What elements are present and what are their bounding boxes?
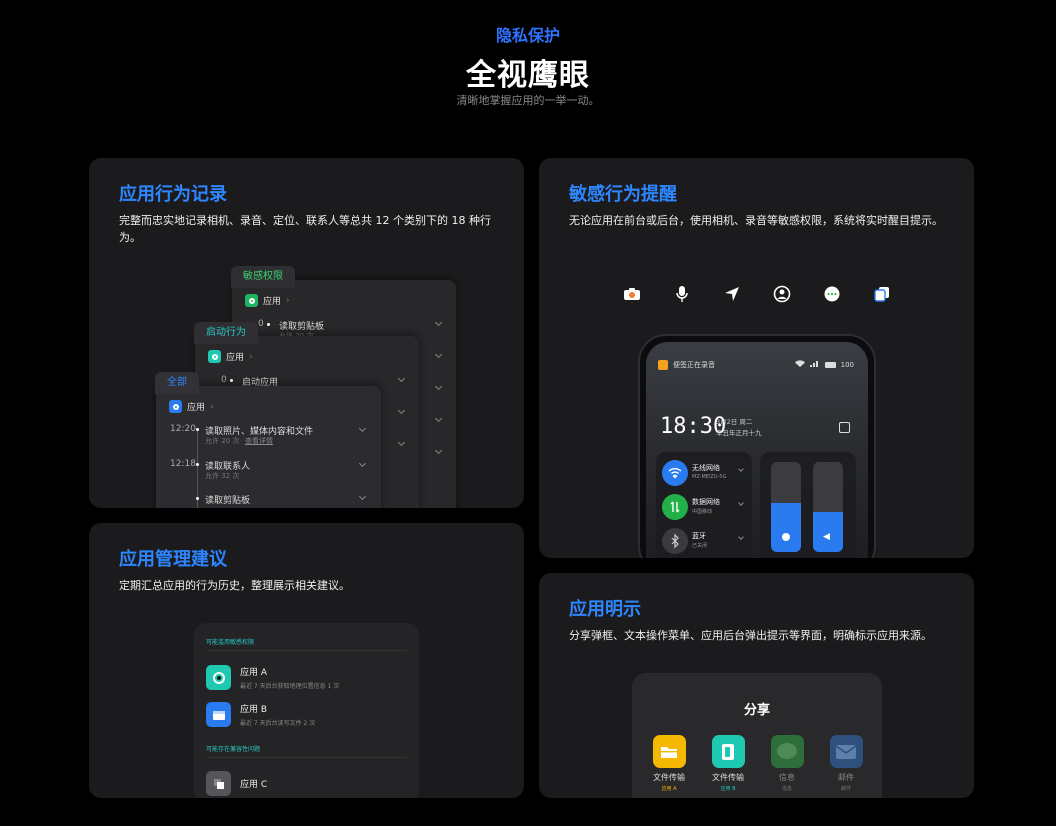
lunar-date: 辛丑年正月十九 [716, 429, 762, 437]
microphone-icon [664, 279, 699, 309]
manage-suggestion-card: 应用管理建议 定期汇总应用的行为历史，整理展示相关建议。 可能滥用敏感权限 应用… [89, 523, 524, 798]
chevron-down-icon[interactable] [434, 382, 443, 391]
card-title: 敏感行为提醒 [569, 184, 677, 205]
chevron-down-icon[interactable] [434, 446, 443, 455]
section-heading: 可能存在兼容性问题 [206, 746, 261, 753]
tab-sensitive[interactable]: 敏感权限 [231, 266, 295, 288]
all-behavior-panel: 全部 应用 › 12:20 读取照片、媒体内容和文件 允许 20 次 查看详情 … [155, 372, 381, 508]
view-details-link[interactable]: 查看详情 [245, 436, 273, 446]
notes-icon[interactable] [839, 422, 850, 433]
location-icon [714, 279, 749, 309]
chevron-right-icon: › [286, 295, 290, 306]
section-heading: 可能滥用敏感权限 [206, 639, 255, 646]
share-target-message[interactable]: 信息 信息 [757, 735, 817, 792]
card-desc: 定期汇总应用的行为历史，整理展示相关建议。 [119, 579, 350, 592]
chevron-down-icon[interactable] [738, 466, 744, 472]
card-title: 应用行为记录 [119, 184, 227, 205]
app-icon [245, 294, 258, 307]
connectivity-tile: 无线网络 MZ-MEIZU-5G 数据网络 中国移动 蓝牙 已关闭 [656, 452, 752, 558]
share-target-file-a[interactable]: 文件传输 应用 A [639, 735, 699, 792]
folder-icon [652, 735, 686, 768]
tab-launch[interactable]: 启动行为 [194, 322, 258, 344]
sensitive-alert-card: 敏感行为提醒 无论应用在前台或后台，使用相机、录音等敏感权限，系统将实时醒目提示… [539, 158, 974, 558]
app-source-card: 应用明示 分享弹框、文本操作菜单、应用后台弹出提示等界面，明确标示应用来源。 分… [539, 573, 974, 798]
battery-level: 100 [840, 360, 854, 369]
card-desc: 完整而忠实地记录相机、录音、定位、联系人等总共 12 个类别下的 18 种行为。 [119, 214, 491, 244]
chevron-down-icon[interactable] [738, 534, 744, 540]
chevron-right-icon: › [249, 351, 253, 362]
signal-icon [809, 360, 820, 369]
list-item[interactable]: 应用 C [206, 771, 267, 796]
brightness-slider[interactable] [771, 462, 801, 552]
chevron-down-icon[interactable] [738, 500, 744, 506]
chevron-down-icon[interactable] [358, 424, 367, 433]
status-bar: 100 [794, 360, 854, 369]
app-chip[interactable]: 应用 › [169, 400, 214, 413]
app-b-icon [206, 702, 231, 727]
app-a-icon [206, 665, 231, 690]
mobile-data-toggle[interactable] [662, 494, 688, 520]
recording-notice[interactable]: 便签正在录音 [658, 360, 715, 370]
volume-icon: ◀ [823, 532, 830, 542]
volume-slider[interactable]: ◀ [813, 462, 843, 552]
message-icon [770, 735, 804, 768]
message-icon [814, 279, 849, 309]
share-sheet: 分享 文件传输 应用 A 文件传输 应用 B 信息 信息 邮件 邮件 [632, 673, 882, 798]
page-title: 全视鹰眼 [466, 58, 590, 93]
wifi-icon [794, 360, 805, 369]
app-c-icon [206, 771, 231, 796]
card-title: 应用管理建议 [119, 549, 227, 570]
chevron-down-icon[interactable] [434, 350, 443, 359]
section-tag: 隐私保护 [495, 26, 560, 45]
contacts-icon [764, 279, 799, 309]
chevron-down-icon[interactable] [358, 492, 367, 501]
share-title: 分享 [743, 703, 770, 718]
chevron-down-icon[interactable] [397, 438, 406, 447]
list-item[interactable]: 应用 A 最近 7 天后台获取地理位置信息 1 次 [206, 665, 339, 690]
phone-mockup: 便签正在录音 100 18:30 3月2日 周二 辛丑年正月十九 无线网络 MZ… [638, 334, 876, 558]
card-desc: 分享弹框、文本操作菜单、应用后台弹出提示等界面，明确标示应用来源。 [569, 629, 932, 642]
app-chip[interactable]: 应用 › [245, 294, 290, 307]
camera-icon [614, 279, 649, 309]
wifi-toggle[interactable] [662, 460, 688, 486]
phone-screen: 便签正在录音 100 18:30 3月2日 周二 辛丑年正月十九 无线网络 MZ… [646, 342, 868, 558]
list-item[interactable]: 应用 B 最近 7 天后台读写文件 2 次 [206, 702, 315, 727]
mail-icon [829, 735, 863, 768]
chevron-down-icon[interactable] [434, 414, 443, 423]
sliders-tile: ◀ [760, 452, 856, 558]
tab-all[interactable]: 全部 [155, 372, 199, 394]
chevron-down-icon[interactable] [358, 459, 367, 468]
microphone-icon [658, 360, 668, 370]
app-icon [169, 400, 182, 413]
behavior-log-card: 应用行为记录 完整而忠实地记录相机、录音、定位、联系人等总共 12 个类别下的 … [89, 158, 524, 508]
app-chip[interactable]: 应用 › [208, 350, 253, 363]
date: 3月2日 周二 [716, 418, 753, 426]
chevron-down-icon[interactable] [397, 374, 406, 383]
file-transfer-icon [711, 735, 745, 768]
battery-icon [824, 361, 836, 368]
chevron-right-icon: › [210, 401, 214, 412]
brightness-icon [782, 533, 790, 541]
copy-icon [864, 279, 899, 309]
app-icon [208, 350, 221, 363]
chevron-down-icon[interactable] [397, 406, 406, 415]
share-target-file-b[interactable]: 文件传输 应用 B [698, 735, 758, 792]
chevron-down-icon[interactable] [434, 318, 443, 327]
card-desc: 无论应用在前台或后台，使用相机、录音等敏感权限，系统将实时醒目提示。 [569, 214, 943, 227]
bluetooth-toggle[interactable] [662, 528, 688, 554]
page-subtitle: 清晰地掌握应用的一举一动。 [456, 94, 600, 107]
card-title: 应用明示 [569, 599, 641, 620]
suggestion-list: 可能滥用敏感权限 应用 A 最近 7 天后台获取地理位置信息 1 次 应用 B … [194, 623, 419, 798]
share-target-mail[interactable]: 邮件 邮件 [816, 735, 876, 792]
